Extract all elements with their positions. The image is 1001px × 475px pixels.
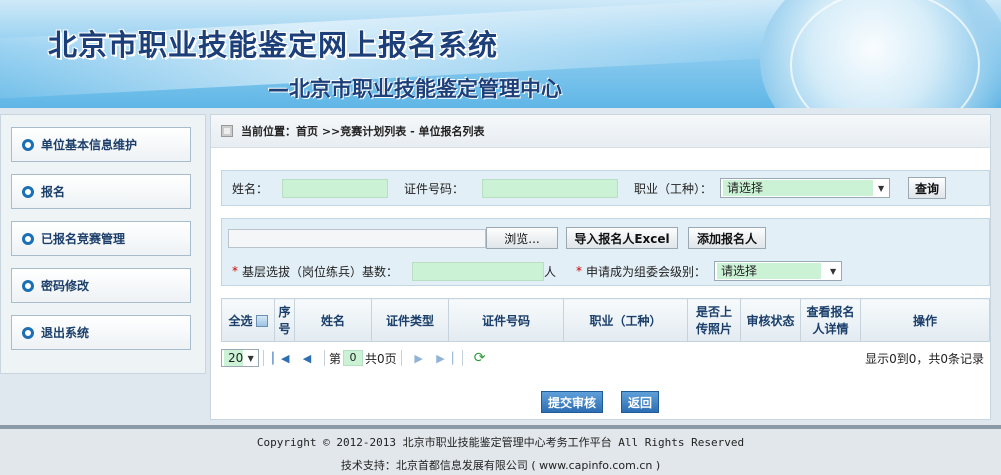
base-count-input[interactable] [412,261,545,281]
name-input[interactable] [282,178,389,198]
select-all-checkbox[interactable] [255,315,268,327]
sidebar-item-logout[interactable]: 退出系统 [11,315,191,350]
column-header: 操作 [860,298,990,342]
globe-ring-decoration [790,0,980,108]
bullet-icon [22,326,34,339]
page-size-select[interactable]: 20 ▼ [221,349,259,367]
site-title: 北京市职业技能鉴定网上报名系统 [48,28,499,62]
upload-panel: 浏览... 导入报名人Excel 添加报名人 * 基层选拔（岗位练兵）基数： 人… [221,218,990,286]
chevron-down-icon: ▼ [829,266,837,276]
copyright-text: Copyright © 2012-2013 北京市职业技能鉴定管理中心考务工作平… [256,436,745,449]
breadcrumb-text: 当前位置：首页 >>竞赛计划列表 - 单位报名列表 [241,125,485,138]
header-banner: 北京市职业技能鉴定网上报名系统 —北京市职业技能鉴定管理中心 [0,0,1001,108]
search-panel: 姓名： 证件号码： 职业（工种）： 请选择 ▼ 查询 [221,170,990,206]
committee-level-value: 请选择 [717,263,822,279]
sidebar-item-change-password[interactable]: 密码修改 [11,268,191,303]
required-marker: * [576,264,583,278]
column-header: 查看报名人详情 [800,298,861,342]
id-number-input[interactable] [482,178,619,198]
bullet-icon [22,232,34,245]
file-path-input[interactable] [228,228,486,248]
column-header: 姓名 [294,298,372,342]
import-excel-button[interactable]: 导入报名人Excel [566,227,678,249]
select-all-header[interactable]: 全选 [221,298,275,342]
column-header: 证件号码 [448,298,564,342]
page-prefix: 第 [329,351,342,366]
divider [324,350,325,366]
page-number-input[interactable]: 0 [343,350,364,366]
bullet-icon [22,138,34,151]
table-header-row: 全选 序号 姓名 证件类型 证件号码 职业（工种） 是否上传照片 审核状态 查看… [221,298,990,342]
column-header: 是否上传照片 [687,298,741,342]
site-subtitle: —北京市职业技能鉴定管理中心 [268,77,562,101]
sidebar: 单位基本信息维护 报名 已报名竞赛管理 密码修改 退出系统 [0,114,206,374]
pagination-bar: 20 ▼ ▏◀ ◀ 第 0 共0页 ▶ ▶▕ ⟳ 显示0到0，共0条记录 [221,347,990,369]
sidebar-item-unit-info[interactable]: 单位基本信息维护 [11,127,191,162]
column-header: 证件类型 [371,298,449,342]
sidebar-item-label: 单位基本信息维护 [41,138,138,152]
column-header: 序号 [274,298,295,342]
query-button[interactable]: 查询 [908,177,947,199]
first-page-icon[interactable]: ▏◀ [273,350,290,366]
add-registrant-button[interactable]: 添加报名人 [688,227,766,249]
bullet-icon [22,279,34,292]
job-label: 职业（工种）： [634,181,713,196]
base-count-label: 基层选拔（岗位练兵）基数： [242,264,399,279]
chevron-down-icon: ▼ [877,183,885,193]
committee-level-select[interactable]: 请选择 ▼ [714,261,843,281]
submit-review-button[interactable]: 提交审核 [541,391,603,413]
sidebar-item-label: 退出系统 [41,326,90,340]
select-all-label: 全选 [228,313,253,328]
divider [263,350,264,366]
footer: Copyright © 2012-2013 北京市职业技能鉴定管理中心考务工作平… [0,429,1001,475]
sidebar-item-label: 密码修改 [41,279,90,293]
record-summary: 显示0到0，共0条记录 [865,351,984,366]
location-icon [221,125,233,137]
column-header: 职业（工种） [563,298,688,342]
chevron-down-icon: ▼ [247,353,254,363]
breadcrumb: 当前位置：首页 >>竞赛计划列表 - 单位报名列表 [211,115,990,148]
name-label: 姓名： [232,181,269,196]
sidebar-item-label: 报名 [41,185,66,199]
action-buttons: 提交审核 返回 [541,391,659,413]
bullet-icon [22,185,34,198]
prev-page-icon[interactable]: ◀ [299,350,315,366]
sidebar-item-registered-competitions[interactable]: 已报名竞赛管理 [11,221,191,256]
column-header: 审核状态 [740,298,801,342]
next-page-icon[interactable]: ▶ [411,350,427,366]
id-number-label: 证件号码： [404,181,465,196]
committee-level-label: 申请成为组委会级别： [586,264,707,279]
required-marker: * [232,264,238,278]
page-total: 共0页 [365,351,397,366]
divider [400,350,402,366]
sidebar-item-label: 已报名竞赛管理 [41,232,126,246]
last-page-icon[interactable]: ▶▕ [436,350,453,366]
base-count-unit: 人 [544,264,557,279]
browse-button[interactable]: 浏览... [486,227,558,249]
tech-support-text: 技术支持：北京首都信息发展有限公司 ( www.capinfo.com.cn ) [340,459,661,472]
page-size-value: 20 [224,350,244,366]
job-select[interactable]: 请选择 ▼ [720,178,891,198]
sidebar-item-register[interactable]: 报名 [11,174,191,209]
main-panel: 当前位置：首页 >>竞赛计划列表 - 单位报名列表 姓名： 证件号码： 职业（工… [210,114,991,420]
refresh-icon[interactable]: ⟳ [472,350,488,366]
back-button[interactable]: 返回 [621,391,659,413]
job-select-value: 请选择 [723,180,874,196]
divider [461,350,463,366]
registrant-table: 全选 序号 姓名 证件类型 证件号码 职业（工种） 是否上传照片 审核状态 查看… [221,298,990,342]
